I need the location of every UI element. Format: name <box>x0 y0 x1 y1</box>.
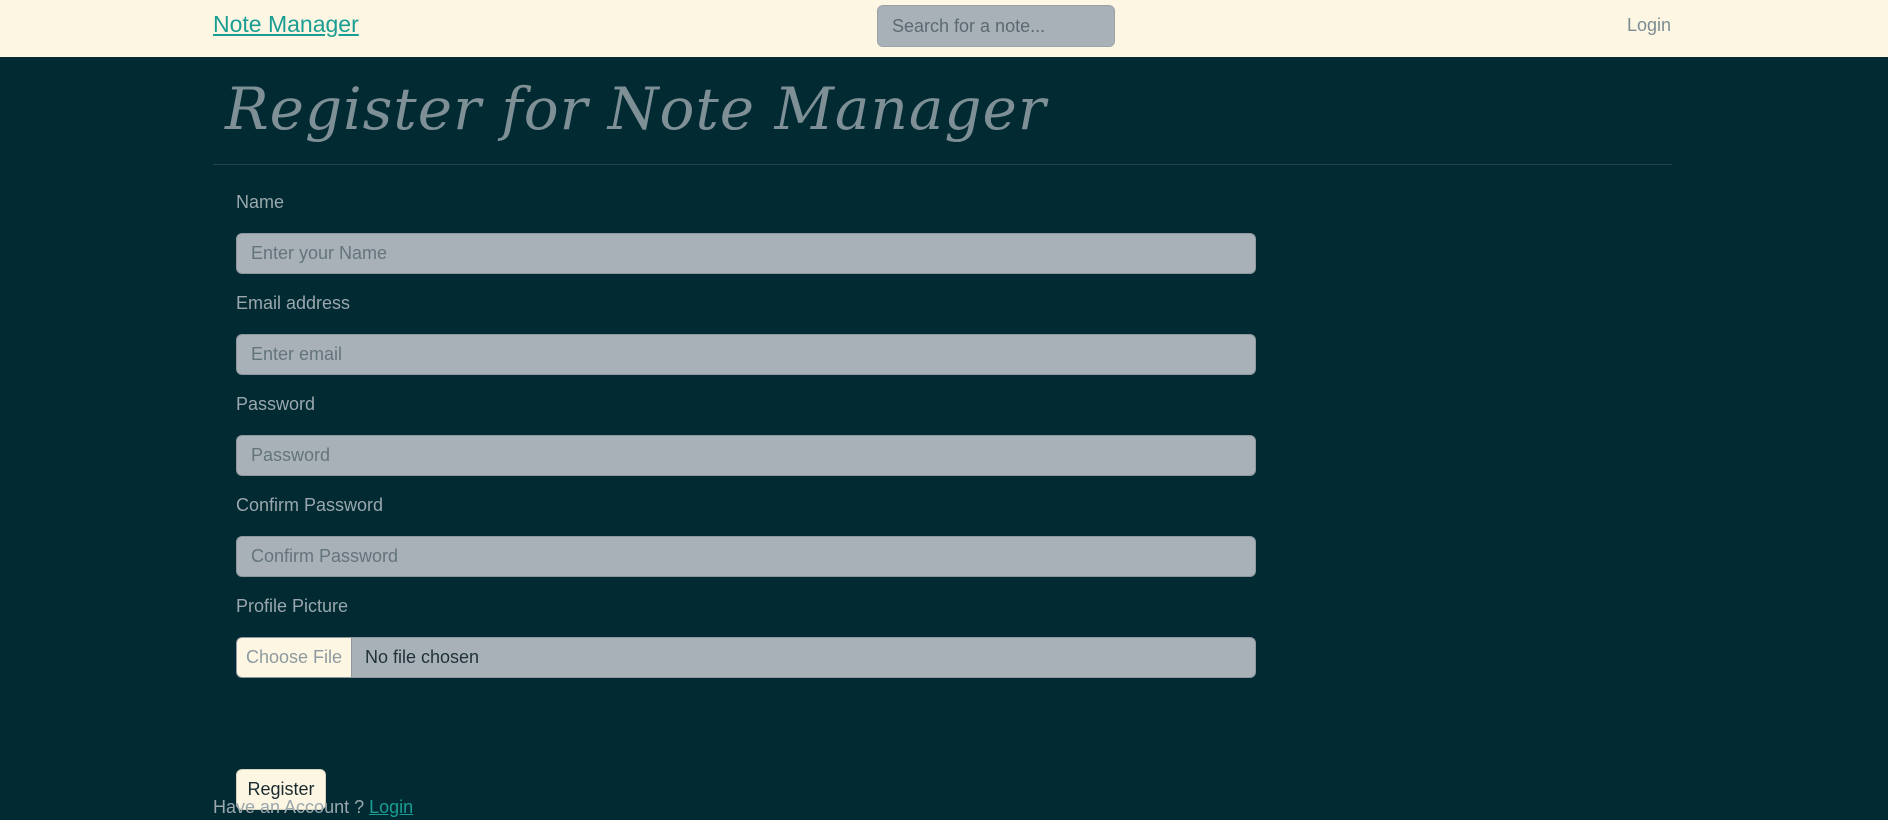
email-group: Email address <box>236 293 1256 375</box>
profile-picture-label: Profile Picture <box>236 596 349 616</box>
email-input[interactable] <box>236 334 1256 375</box>
nav-login-link[interactable]: Login <box>1627 15 1671 36</box>
brand-link[interactable]: Note Manager <box>213 11 359 38</box>
password-label: Password <box>236 394 316 414</box>
page-title: Register for Note Manager <box>213 57 1672 165</box>
top-navbar: Note Manager Login <box>0 0 1888 57</box>
main-container: Register for Note Manager Name Email add… <box>213 57 1672 810</box>
register-form: Name Email address Password Confirm Pass… <box>236 192 1256 810</box>
confirm-password-input[interactable] <box>236 536 1256 577</box>
name-group: Name <box>236 192 1256 274</box>
confirm-password-label: Confirm Password <box>236 495 384 515</box>
profile-picture-group: Profile Picture Choose File No file chos… <box>236 596 1256 678</box>
name-input[interactable] <box>236 233 1256 274</box>
file-status-text: No file chosen <box>365 647 480 667</box>
email-label: Email address <box>236 293 351 313</box>
profile-picture-file-input[interactable]: Choose File No file chosen <box>236 637 1256 678</box>
footer-prompt-text: Have an Account ? <box>213 797 370 817</box>
password-group: Password <box>236 394 1256 476</box>
choose-file-button[interactable]: Choose File <box>237 638 352 677</box>
name-label: Name <box>236 192 285 212</box>
confirm-password-group: Confirm Password <box>236 495 1256 577</box>
footer-login-prompt: Have an Account ? Login <box>213 797 413 818</box>
password-input[interactable] <box>236 435 1256 476</box>
search-input[interactable] <box>877 5 1115 47</box>
footer-login-link[interactable]: Login <box>369 797 413 817</box>
